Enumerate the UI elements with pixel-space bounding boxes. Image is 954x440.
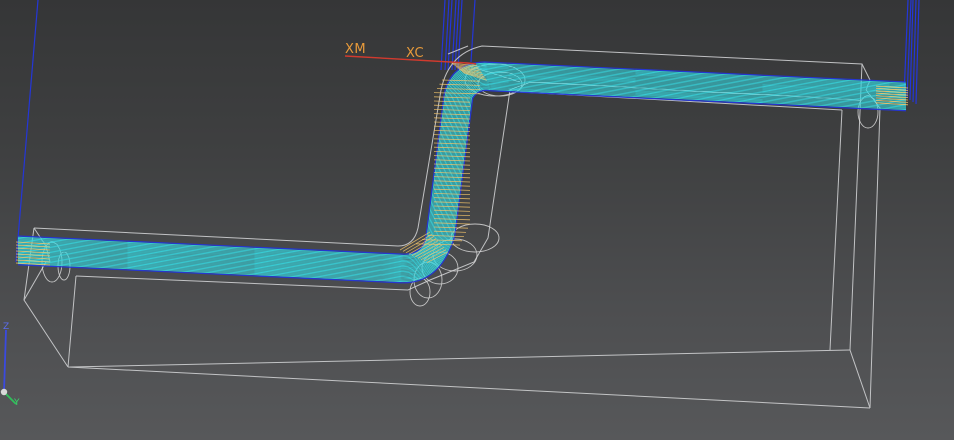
- view-triad[interactable]: [0, 329, 17, 405]
- cam-scene[interactable]: [0, 0, 954, 440]
- triad-z-label: Z: [3, 322, 10, 332]
- graphics-viewport[interactable]: XM XC Z Y: [0, 0, 954, 440]
- engage-stroke: [433, 193, 471, 195]
- engage-stroke: [433, 184, 471, 187]
- triad-y-label: Y: [14, 398, 20, 408]
- xc-axis-label: XC: [406, 46, 425, 61]
- engage-stroke: [433, 222, 471, 225]
- xm-axis-label: XM: [345, 42, 367, 57]
